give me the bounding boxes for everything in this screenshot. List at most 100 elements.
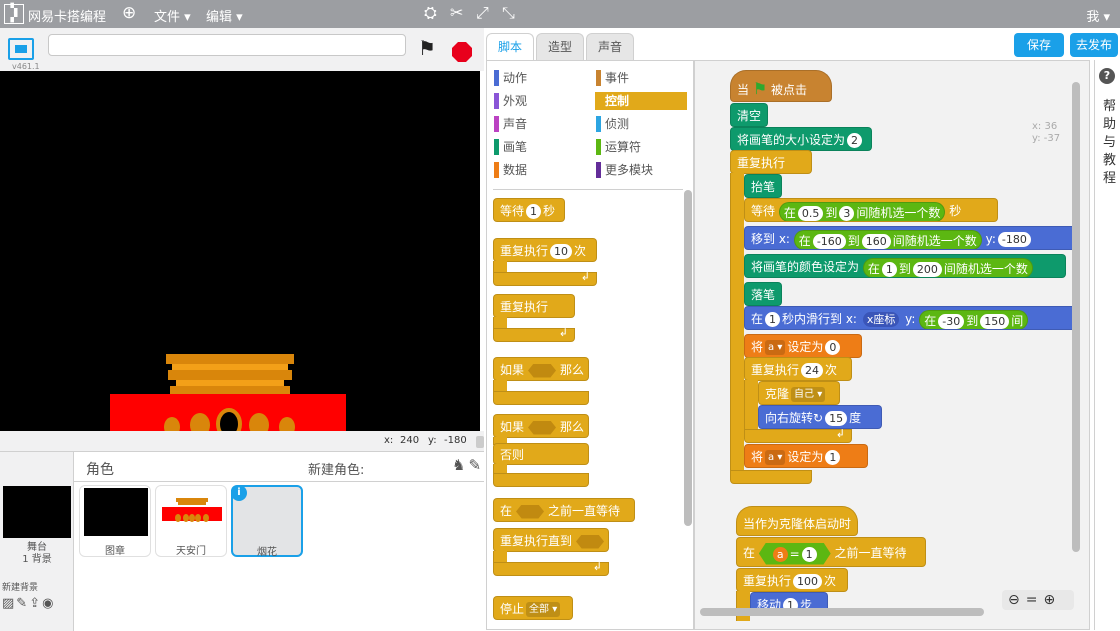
category-data[interactable]: 数据 (493, 161, 583, 179)
wait-input[interactable]: 1 (526, 204, 542, 219)
stage-thumbnail[interactable] (3, 486, 71, 538)
category-pen[interactable]: 画笔 (493, 138, 583, 156)
file-menu[interactable]: 文件 ▾ (154, 6, 191, 25)
set-pen-size-block[interactable]: 将画笔的大小设定为 2 (730, 127, 872, 151)
pick-random-reporter[interactable]: 在 -160 到 160 间随机选一个数 (793, 229, 982, 249)
random-to-input[interactable]: 3 (839, 205, 855, 221)
help-label[interactable]: 帮助与教程 (1103, 98, 1117, 188)
category-more-blocks[interactable]: 更多模块 (595, 161, 685, 179)
sprite-paint-icon[interactable]: ✎ (468, 456, 484, 474)
set-pen-color-block[interactable]: 将画笔的颜色设定为 在 1 到 200 间随机选一个数 (744, 254, 1066, 278)
pick-random-reporter[interactable]: 在 -30 到 150 间 (919, 309, 1029, 329)
fullscreen-icon[interactable] (8, 38, 34, 60)
y-input[interactable]: -180 (997, 232, 1031, 247)
pen-up-block[interactable]: 抬笔 (744, 174, 782, 198)
random-to-input[interactable]: 160 (861, 233, 891, 249)
backdrop-paint-icon[interactable]: ✎ (16, 596, 29, 611)
condition-slot[interactable] (516, 504, 545, 519)
language-globe-icon[interactable]: ⊕ (122, 3, 136, 23)
repeat-until-block[interactable]: 重复执行直到 (493, 528, 609, 552)
random-from-input[interactable]: 0.5 (797, 205, 824, 221)
condition-slot[interactable] (528, 363, 557, 378)
stage-canvas[interactable] (0, 71, 480, 431)
grow-icon[interactable]: ⤢ (476, 3, 489, 23)
backdrop-upload-icon[interactable]: ⇪ (29, 596, 42, 611)
zoom-reset-icon[interactable]: = (1026, 592, 1044, 608)
set-variable-block[interactable]: 将a ▾ 设定为 1 (744, 444, 868, 468)
repeat-block[interactable]: 重复执行 24 次 (744, 357, 852, 381)
collapse-stage-icon[interactable] (476, 436, 484, 448)
category-motion[interactable]: 动作 (493, 69, 583, 87)
backdrop-camera-icon[interactable]: ◉ (42, 596, 55, 611)
repeat-block[interactable]: 重复执行 10 次 (493, 238, 597, 262)
duplicate-stamp-icon[interactable]: ⛭ (424, 3, 437, 23)
pick-random-reporter[interactable]: 在 0.5 到 3 间随机选一个数 (778, 201, 946, 221)
script-vertical-scrollbar[interactable] (1072, 82, 1080, 552)
repeat-input[interactable]: 10 (550, 244, 573, 259)
forever-block[interactable]: 重复执行 (493, 294, 575, 318)
clone-target-dropdown[interactable]: 自己 ▾ (791, 387, 826, 402)
random-from-input[interactable]: -160 (812, 233, 846, 249)
set-variable-block[interactable]: 将a ▾ 设定为 0 (744, 334, 862, 358)
stop-dropdown[interactable]: 全部 ▾ (526, 602, 561, 617)
random-to-input[interactable]: 200 (912, 261, 942, 277)
pick-random-reporter[interactable]: 在 1 到 200 间随机选一个数 (862, 257, 1033, 277)
sprite-tile[interactable]: 天安门 (155, 485, 227, 557)
sprite-library-icon[interactable]: ♞ (452, 456, 468, 474)
category-looks[interactable]: 外观 (493, 92, 583, 110)
edit-menu[interactable]: 编辑 ▾ (206, 6, 243, 25)
value-input[interactable]: 0 (825, 340, 841, 355)
category-sound[interactable]: 声音 (493, 115, 583, 133)
backdrop-library-icon[interactable]: ▨ (2, 596, 16, 611)
variable-dropdown[interactable]: a ▾ (765, 450, 786, 465)
script-horizontal-scrollbar[interactable] (700, 608, 984, 616)
create-clone-block[interactable]: 克隆 自己 ▾ (758, 381, 840, 405)
brand-name[interactable]: 网易卡搭编程 (28, 6, 106, 25)
repeat-input[interactable]: 100 (793, 574, 823, 589)
glide-block[interactable]: 在 1 秒内滑行到 x: x座标 y: 在 -30 到 150 间 (744, 306, 1080, 330)
x-position-reporter[interactable]: x座标 (862, 312, 900, 327)
turn-right-block[interactable]: 向右旋转↻ 15 度 (758, 405, 882, 429)
random-from-input[interactable]: 1 (881, 261, 897, 277)
zoom-in-icon[interactable]: ⊕ (1043, 592, 1061, 608)
repeat-block[interactable]: 重复执行 100 次 (736, 568, 848, 592)
value-input[interactable]: 1 (801, 546, 817, 562)
value-input[interactable]: 1 (825, 450, 841, 465)
save-button[interactable]: 保存 (1014, 33, 1064, 57)
wait-random-block[interactable]: 等待 在 0.5 到 3 间随机选一个数 秒 (744, 198, 998, 222)
sprite-tile[interactable]: 图章 (79, 485, 151, 557)
variable-a-reporter[interactable]: a (772, 546, 788, 562)
pen-size-input[interactable]: 2 (847, 133, 863, 148)
when-flag-clicked-hat[interactable]: 当 ⚑ 被点击 (730, 70, 832, 102)
tab-costumes[interactable]: 造型 (536, 33, 584, 60)
clear-block[interactable]: 清空 (730, 103, 768, 127)
repeat-input[interactable]: 24 (801, 363, 824, 378)
help-icon[interactable]: ? (1099, 68, 1115, 84)
stop-icon[interactable] (452, 42, 472, 62)
app-logo-icon[interactable]: ▚ ▞ (4, 4, 24, 24)
user-menu[interactable]: 我 ▾ (1086, 6, 1110, 25)
wait-block[interactable]: 等待 1 秒 (493, 198, 565, 222)
random-from-input[interactable]: -30 (938, 313, 965, 329)
wait-until-block[interactable]: 在 之前一直等待 (493, 498, 635, 522)
tab-scripts[interactable]: 脚本 (486, 33, 534, 61)
delete-scissors-icon[interactable]: ✂ (450, 3, 463, 22)
condition-slot[interactable] (576, 534, 605, 549)
if-else-block[interactable]: 如果 那么 (493, 414, 589, 438)
shrink-icon[interactable]: ⤡ (502, 3, 515, 23)
random-to-input[interactable]: 150 (980, 313, 1010, 329)
publish-button[interactable]: 去发布 (1070, 33, 1118, 57)
category-operators[interactable]: 运算符 (595, 138, 685, 156)
forever-block[interactable]: 重复执行 (730, 150, 812, 174)
category-events[interactable]: 事件 (595, 69, 685, 87)
go-to-xy-block[interactable]: 移到 x: 在 -160 到 160 间随机选一个数 y: -180 (744, 226, 1076, 250)
equals-operator[interactable]: a = 1 (758, 542, 831, 565)
condition-slot[interactable] (528, 420, 557, 435)
stop-block[interactable]: 停止 全部 ▾ (493, 596, 573, 620)
palette-scrollbar[interactable] (684, 190, 692, 526)
wait-until-block[interactable]: 在 a = 1 之前一直等待 (736, 537, 926, 567)
zoom-out-icon[interactable]: ⊖ (1008, 592, 1026, 608)
when-start-as-clone-hat[interactable]: 当作为克隆体启动时 (736, 506, 858, 536)
category-control[interactable]: 控制 (595, 92, 687, 110)
project-title-input[interactable] (48, 34, 406, 56)
